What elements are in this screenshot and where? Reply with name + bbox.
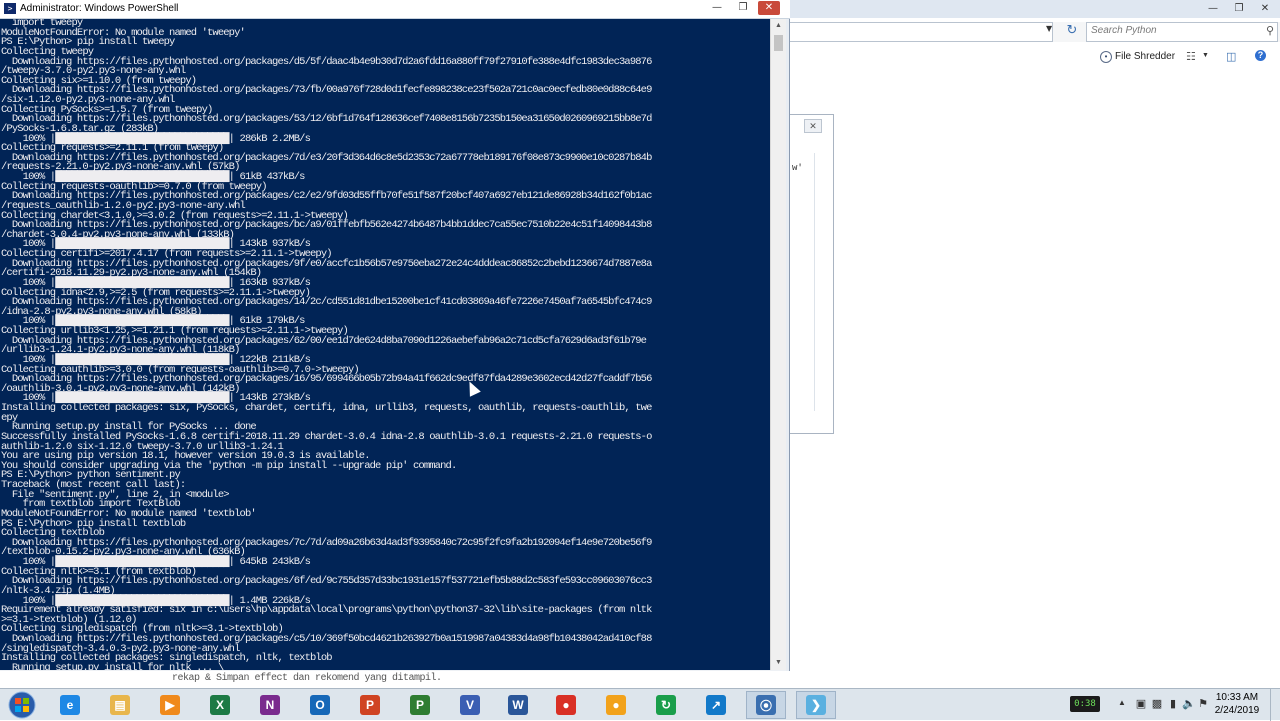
clock-time[interactable]: 10:33 AM [1212, 692, 1262, 703]
powershell-icon[interactable]: > [4, 3, 16, 14]
taskbar-file-explorer-button[interactable]: ▤ [100, 691, 140, 719]
volume-icon[interactable]: 🔈 [1182, 697, 1196, 711]
file-explorer-icon: ▤ [110, 695, 130, 715]
taskbar-visio-button[interactable]: V [450, 691, 490, 719]
chevron-down-icon[interactable]: ▼ [1046, 24, 1052, 33]
explorer-address-bar: ▼ ↻ Search Python ⚲ [790, 22, 1280, 42]
minimize-button[interactable]: — [1202, 2, 1224, 16]
close-button[interactable]: ✕ [1254, 2, 1276, 16]
taskbar-ie-button[interactable]: e [50, 691, 90, 719]
clock-date[interactable]: 2/24/2019 [1212, 705, 1262, 716]
battery-indicator[interactable]: 0:38 [1070, 696, 1100, 712]
maximize-button[interactable]: ❐ [732, 1, 754, 15]
scroll-thumb[interactable] [774, 35, 783, 51]
network-icon[interactable]: ▩ [1150, 697, 1164, 711]
app-blue-icon: ↗ [706, 695, 726, 715]
close-button[interactable]: ✕ [758, 1, 780, 15]
media-player-icon: ▶ [160, 695, 180, 715]
background-dialog: ✕ w' [790, 114, 834, 434]
start-button[interactable] [4, 690, 40, 720]
dialog-scrollbar[interactable] [814, 153, 825, 411]
strip-text: rekap & Simpan effect dan rekomend yang … [172, 673, 442, 684]
scroll-up-arrow-icon[interactable]: ▲ [771, 19, 786, 33]
window-title: Administrator: Windows PowerShell [20, 3, 179, 14]
taskbar-app-blue-button[interactable]: ↗ [696, 691, 736, 719]
preview-pane-icon[interactable]: ◫ [1226, 50, 1236, 63]
scroll-down-arrow-icon[interactable]: ▼ [771, 656, 786, 670]
background-explorer-window: — ❐ ✕ ▼ ↻ Search Python ⚲ • File Shredde… [790, 0, 1280, 688]
console-output[interactable]: import tweepy ModuleNotFoundError: No mo… [0, 19, 770, 670]
taskbar-app-orange-button[interactable]: ● [596, 691, 636, 719]
explorer-toolbar: • File Shredder ☷ ▼ ◫ ? [790, 48, 1280, 68]
system-tray: 0:38 ▲ ▣ ▩ ▮ 🔈 ⚑ 10:33 AM 2/24/2019 [1066, 689, 1280, 721]
maximize-button[interactable]: ❐ [1228, 2, 1250, 16]
outlook-icon: O [310, 695, 330, 715]
tray-expand-icon[interactable]: ▲ [1118, 698, 1126, 707]
onenote-icon: N [260, 695, 280, 715]
chrome-icon: ● [556, 695, 576, 715]
tray-app-icon[interactable]: ▣ [1134, 697, 1148, 711]
dialog-text: w' [792, 163, 803, 173]
explorer-titlebar: — ❐ ✕ [790, 0, 1280, 18]
battery-icon[interactable]: ▮ [1166, 697, 1180, 711]
powershell-titlebar[interactable]: > Administrator: Windows PowerShell — ❐ … [0, 0, 790, 19]
show-desktop-button[interactable] [1270, 689, 1280, 721]
excel-icon: X [210, 695, 230, 715]
app-orange-icon: ● [606, 695, 626, 715]
console-text: import tweepy ModuleNotFoundError: No mo… [1, 19, 652, 670]
dialog-close-button[interactable]: ✕ [804, 119, 822, 133]
help-icon[interactable]: ? [1255, 50, 1266, 61]
taskbar-media-player-button[interactable]: ▶ [150, 691, 190, 719]
flag-icon[interactable]: ⚑ [1196, 697, 1210, 711]
minimize-button[interactable]: — [706, 1, 728, 15]
taskbar-app-refresh-button[interactable]: ↻ [646, 691, 686, 719]
taskbar-onenote-button[interactable]: N [250, 691, 290, 719]
powershell-window: > Administrator: Windows PowerShell — ❐ … [0, 0, 790, 679]
search-icon[interactable]: ⚲ [1266, 24, 1274, 37]
powershell-icon: ❯ [806, 695, 826, 715]
shredder-icon: • [1100, 51, 1112, 63]
taskbar-excel-button[interactable]: X [200, 691, 240, 719]
view-options-icon[interactable]: ☷ [1186, 50, 1196, 63]
search-box[interactable]: Search Python ⚲ [1086, 22, 1278, 42]
visio-icon: V [460, 695, 480, 715]
ie-icon: e [60, 695, 80, 715]
search-input[interactable]: Search Python [1091, 25, 1157, 36]
chevron-down-icon[interactable]: ▼ [1202, 52, 1209, 59]
vertical-scrollbar[interactable]: ▲ ▼ [770, 19, 786, 670]
word-icon: W [508, 695, 528, 715]
taskbar-powershell-button[interactable]: ❯ [796, 691, 836, 719]
file-shredder-button[interactable]: File Shredder [1115, 51, 1175, 62]
taskbar: e ▤ ▶ X N O P P V W ● ● ↻ ↗ ⦿ ❯ 0:38 ▲ ▣ ▩ ▮ 🔈 ⚑ 10:33 … [0, 688, 1280, 721]
address-input[interactable] [790, 22, 1053, 42]
taskbar-outlook-button[interactable]: O [300, 691, 340, 719]
project-icon: P [410, 695, 430, 715]
taskbar-word-button[interactable]: W [498, 691, 538, 719]
python-icon: ⦿ [756, 695, 776, 715]
app-refresh-icon: ↻ [656, 695, 676, 715]
powerpoint-icon: P [360, 695, 380, 715]
taskbar-chrome-button[interactable]: ● [546, 691, 586, 719]
taskbar-project-button[interactable]: P [400, 691, 440, 719]
taskbar-python-button[interactable]: ⦿ [746, 691, 786, 719]
taskbar-powerpoint-button[interactable]: P [350, 691, 390, 719]
background-text-strip: rekap & Simpan effect dan rekomend yang … [0, 671, 790, 688]
refresh-button[interactable]: ↻ [1062, 22, 1082, 40]
